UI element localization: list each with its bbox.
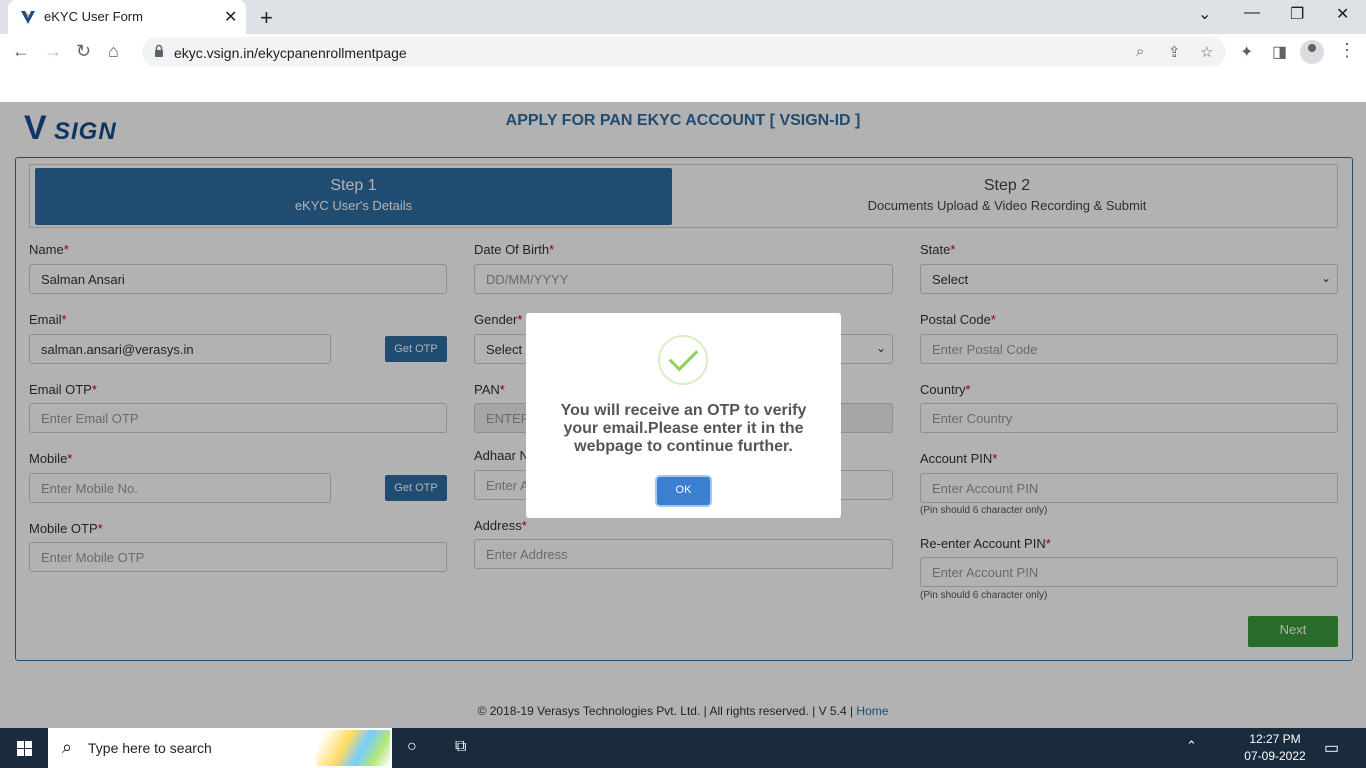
alert-message: You will receive an OTP to verify your e… — [560, 402, 807, 455]
zoom-icon[interactable]: ⌕ — [1136, 43, 1144, 60]
bookmark-star-icon[interactable]: ☆ — [1200, 43, 1213, 61]
tab-close-icon[interactable]: ✕ — [224, 7, 237, 27]
address-bar[interactable]: ekyc.vsign.in/ekycpanenrollmentpage ⌕ ⇪ … — [142, 37, 1226, 67]
taskbar-search[interactable]: ⌕ Type here to search — [48, 728, 392, 768]
clock-time: 12:27 PM — [1249, 732, 1301, 746]
browser-toolbar: ← → ↻ ⌂ ekyc.vsign.in/ekycpanenrollmentp… — [0, 34, 1366, 70]
tab-search-icon[interactable]: ⌄ — [1198, 4, 1211, 24]
search-icon: ⌕ — [62, 737, 73, 757]
browser-menu-icon[interactable]: ⋮ — [1338, 40, 1356, 61]
tab-title: eKYC User Form — [44, 9, 143, 24]
windows-start-icon[interactable] — [0, 728, 48, 768]
minimize-icon[interactable]: — — [1244, 4, 1260, 22]
vsign-favicon-icon — [21, 11, 35, 24]
share-icon[interactable]: ⇪ — [1168, 43, 1181, 61]
lock-icon — [155, 44, 163, 57]
profile-avatar[interactable] — [1300, 40, 1324, 64]
otp-alert-dialog: You will receive an OTP to verify your e… — [526, 313, 841, 518]
system-clock[interactable]: 12:27 PM 07-09-2022 — [1240, 731, 1310, 765]
side-panel-icon[interactable]: ◨ — [1272, 42, 1287, 62]
reload-icon[interactable]: ↻ — [76, 41, 91, 62]
search-highlight-image — [316, 730, 390, 766]
tray-chevron-up-icon[interactable]: ⌃ — [1186, 738, 1197, 754]
clock-date: 07-09-2022 — [1244, 749, 1306, 763]
restore-icon[interactable]: ❐ — [1290, 4, 1304, 24]
success-check-icon — [658, 335, 708, 385]
close-window-icon[interactable]: ✕ — [1336, 4, 1349, 24]
new-tab-button[interactable]: + — [260, 5, 273, 31]
taskbar-search-placeholder: Type here to search — [88, 740, 212, 756]
ok-button[interactable]: OK — [657, 477, 710, 505]
browser-tab-bar: eKYC User Form ✕ + ⌄ — ❐ ✕ — [0, 0, 1366, 34]
browser-tab[interactable]: eKYC User Form ✕ — [8, 0, 246, 34]
extensions-icon[interactable]: ✦ — [1240, 42, 1253, 62]
task-view-icon[interactable]: ⧉ — [455, 738, 466, 756]
home-icon[interactable]: ⌂ — [108, 41, 119, 62]
back-icon[interactable]: ← — [12, 41, 30, 62]
url-text: ekyc.vsign.in/ekycpanenrollmentpage — [174, 45, 407, 61]
cortana-icon[interactable]: ○ — [407, 738, 417, 756]
windows-taskbar: ⌕ Type here to search ○ ⧉ ⌃ 12:27 PM 07-… — [0, 728, 1366, 768]
notification-icon[interactable]: ▭ — [1324, 738, 1339, 758]
forward-icon[interactable]: → — [44, 41, 62, 62]
